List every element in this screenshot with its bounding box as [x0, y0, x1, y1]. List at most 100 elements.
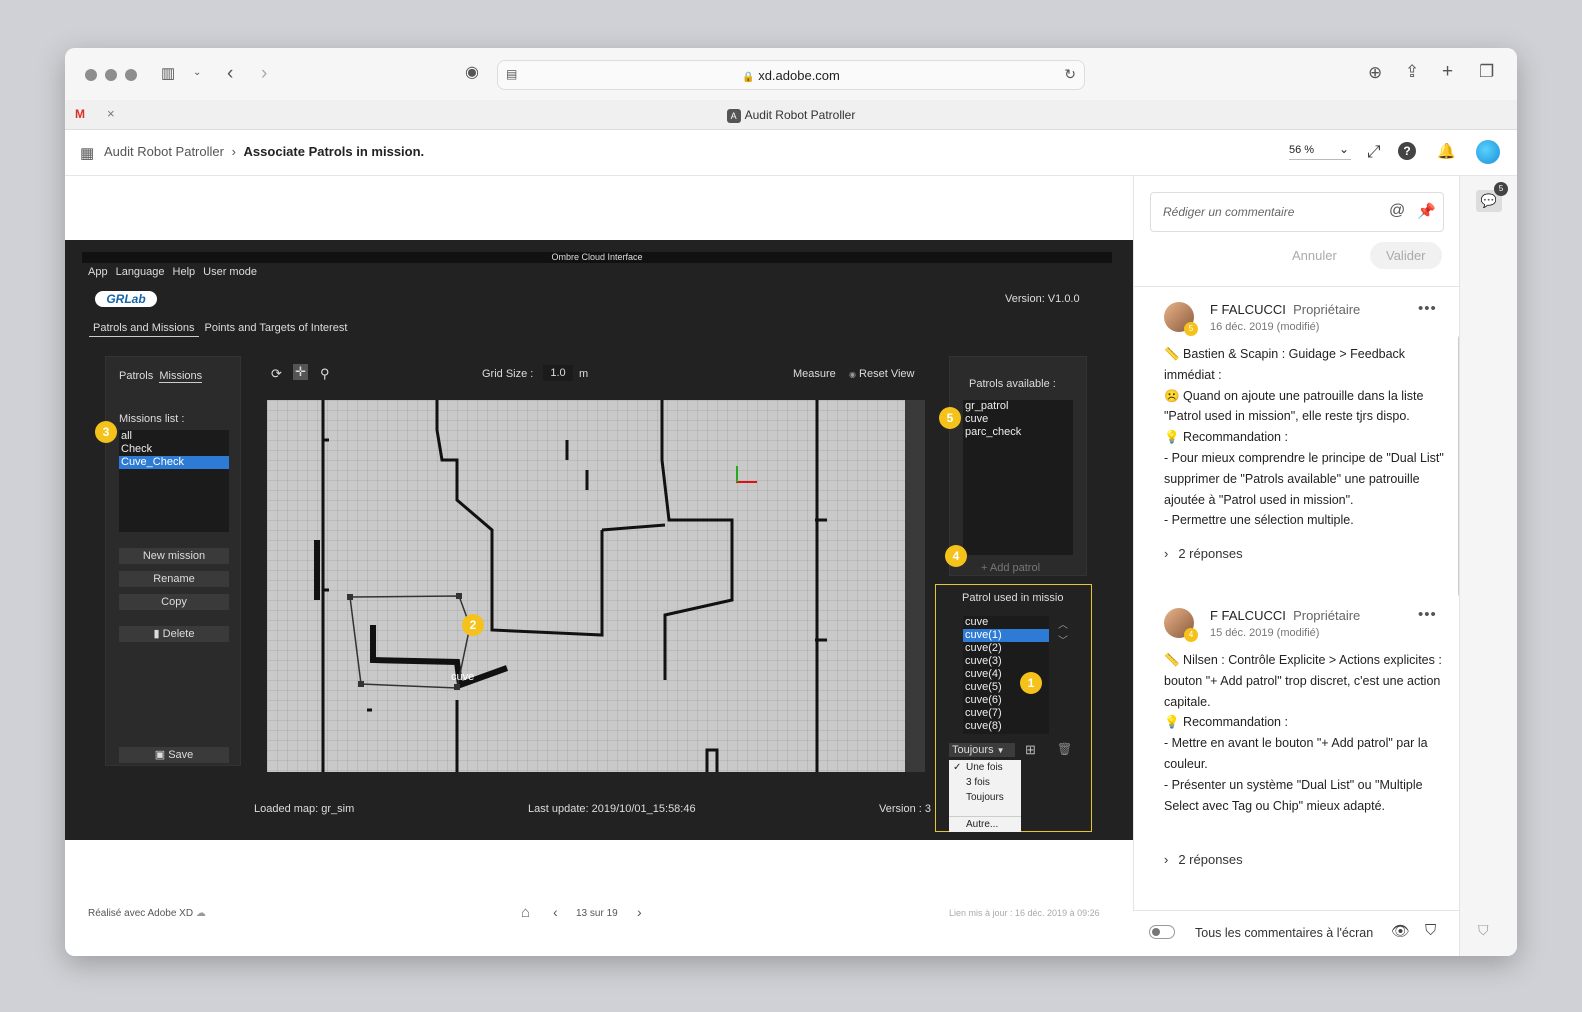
list-item[interactable]: cuve(1) — [963, 629, 1049, 642]
privacy-icon[interactable]: ◉ — [465, 65, 479, 81]
cancel-button[interactable]: Annuler — [1276, 242, 1353, 269]
comment-line: bouton "+ Add patrol" trop discret, c'es… — [1164, 673, 1441, 709]
share-icon[interactable]: ⇪ — [1405, 63, 1419, 80]
menu-user-mode[interactable]: User mode — [203, 266, 257, 278]
delete-button[interactable]: ▮ Delete — [119, 626, 229, 642]
grid-menu-icon[interactable]: ▦ — [80, 144, 94, 162]
forward-icon[interactable]: › — [261, 64, 267, 83]
minimize-window-button[interactable] — [105, 69, 117, 81]
move-down-icon[interactable]: ﹀ — [1058, 632, 1068, 647]
trash-icon: ▮ — [153, 628, 160, 640]
copy-button[interactable]: Copy — [119, 594, 229, 610]
list-item[interactable]: cuve(3) — [963, 655, 1049, 668]
pan-icon[interactable]: ✛ — [293, 364, 308, 380]
zoom-icon[interactable]: ⚲ — [320, 366, 330, 382]
list-item[interactable]: Check — [119, 443, 229, 456]
chevron-right-icon: › — [1164, 546, 1169, 561]
move-up-icon[interactable]: ︿ — [1058, 616, 1068, 631]
menu-app[interactable]: App — [88, 266, 108, 278]
list-item[interactable]: cuve — [963, 413, 1073, 426]
option-3-fois[interactable]: 3 fois — [949, 775, 1021, 790]
missions-list[interactable]: all Check Cuve_Check — [119, 430, 229, 532]
zoom-window-button[interactable] — [125, 69, 137, 81]
hide-comments-icon[interactable]: 👁 — [1391, 922, 1410, 940]
map-walls — [314, 400, 827, 772]
reset-view-label: Reset View — [859, 368, 915, 380]
new-tab-icon[interactable]: + — [1442, 62, 1453, 81]
option-autre[interactable]: Autre... — [949, 816, 1021, 831]
bell-icon[interactable]: 🔔 — [1437, 142, 1456, 160]
new-mission-button[interactable]: New mission — [119, 548, 229, 564]
replies-label: 2 réponses — [1178, 546, 1243, 561]
tab-points-targets[interactable]: Points and Targets of Interest — [201, 320, 352, 336]
list-item[interactable]: gr_patrol — [963, 400, 1073, 413]
help-icon[interactable]: ? — [1398, 142, 1416, 160]
save-button[interactable]: ▣ Save — [119, 747, 229, 763]
annotation-badge-3[interactable]: 3 — [95, 421, 117, 443]
chevron-down-icon[interactable]: ⌄ — [193, 68, 201, 78]
user-avatar[interactable] — [1476, 140, 1500, 164]
rotate-icon[interactable]: ⟳ — [271, 366, 282, 382]
replies-toggle[interactable]: › 2 réponses — [1164, 852, 1243, 867]
add-square-icon[interactable]: ⊞ — [1025, 742, 1036, 758]
map-scrollbar[interactable] — [905, 400, 925, 772]
breadcrumb-separator-icon: › — [231, 144, 236, 159]
fullscreen-icon[interactable]: ⤢ — [1367, 142, 1381, 162]
zoom-select[interactable]: 56 % ⌄ — [1289, 142, 1351, 160]
breadcrumb-root[interactable]: Audit Robot Patroller — [104, 144, 224, 159]
sidebar-toggle-icon[interactable]: ▥ — [161, 66, 175, 81]
list-item[interactable]: cuve — [963, 616, 1049, 629]
list-item[interactable]: Cuve_Check — [119, 456, 229, 469]
reload-icon[interactable]: ↻ — [1064, 67, 1076, 81]
pin-toggle-icon[interactable]: ⛉ — [1478, 922, 1489, 939]
list-item[interactable]: cuve(8) — [963, 720, 1049, 733]
repeat-select-value: Toujours — [952, 744, 994, 756]
reset-view-button[interactable]: ◉ Reset View — [849, 368, 914, 380]
option-une-fois[interactable]: ✓ Une fois — [949, 760, 1021, 775]
grid-size-input[interactable]: 1.0 — [543, 365, 573, 381]
option-toujours[interactable]: Toujours — [949, 790, 1021, 805]
list-item[interactable]: cuve(2) — [963, 642, 1049, 655]
annotation-badge-2[interactable]: 2 — [462, 614, 484, 636]
show-all-toggle[interactable] — [1149, 925, 1175, 939]
subtab-patrols[interactable]: Patrols — [119, 370, 153, 382]
address-bar[interactable]: ▤ 🔒 xd.adobe.com ↻ — [497, 60, 1085, 90]
download-icon[interactable]: ⊕ — [1368, 64, 1382, 81]
list-item[interactable]: cuve(6) — [963, 694, 1049, 707]
list-item[interactable]: parc_check — [963, 426, 1073, 439]
status-last-update: Last update: 2019/10/01_15:58:46 — [528, 803, 696, 815]
repeat-select[interactable]: Toujours ▼ — [949, 743, 1015, 757]
next-page-icon[interactable]: › — [637, 904, 642, 920]
patrols-available-list[interactable]: gr_patrol cuve parc_check — [963, 400, 1073, 555]
replies-toggle[interactable]: › 2 réponses — [1164, 546, 1243, 561]
rename-button[interactable]: Rename — [119, 571, 229, 587]
trash-icon[interactable]: 🗑 — [1057, 742, 1072, 756]
comment-input[interactable]: Rédiger un commentaire @ 📌 — [1150, 192, 1444, 232]
close-window-button[interactable] — [85, 69, 97, 81]
add-patrol-button[interactable]: + Add patrol — [981, 562, 1040, 574]
annotation-badge-5[interactable]: 5 — [939, 407, 961, 429]
map-view[interactable]: cuve — [267, 400, 925, 772]
pin-icon[interactable]: 📌 — [1417, 202, 1436, 220]
filter-icon[interactable]: ⛉ — [1425, 922, 1436, 939]
annotation-badge-4[interactable]: 4 — [945, 545, 967, 567]
menu-help[interactable]: Help — [173, 266, 196, 278]
menu-language[interactable]: Language — [116, 266, 165, 278]
more-options-icon[interactable]: ••• — [1418, 300, 1437, 317]
tab-overview-icon[interactable]: ❐ — [1479, 63, 1494, 80]
active-tab[interactable]: A Audit Robot Patroller — [65, 108, 1517, 123]
home-icon[interactable]: ⌂ — [521, 904, 530, 921]
tab-title: Audit Robot Patroller — [744, 108, 856, 122]
mention-icon[interactable]: @ — [1389, 202, 1405, 220]
made-with-xd[interactable]: Réalisé avec Adobe XD ☁ — [88, 908, 206, 919]
list-item[interactable]: all — [119, 430, 229, 443]
measure-button[interactable]: Measure — [793, 368, 836, 380]
back-icon[interactable]: ‹ — [227, 64, 233, 83]
subtab-missions[interactable]: Missions — [159, 370, 203, 383]
tab-patrols-missions[interactable]: Patrols and Missions — [89, 320, 199, 337]
list-item[interactable]: cuve(7) — [963, 707, 1049, 720]
previous-page-icon[interactable]: ‹ — [553, 904, 558, 920]
more-options-icon[interactable]: ••• — [1418, 606, 1437, 623]
annotation-badge-1[interactable]: 1 — [1020, 672, 1042, 694]
submit-button[interactable]: Valider — [1370, 242, 1442, 269]
